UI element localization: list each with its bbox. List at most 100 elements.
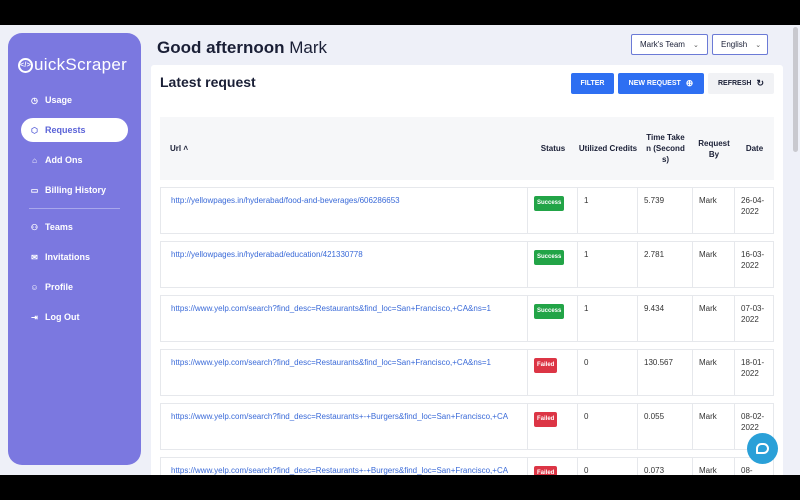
chat-bubble-icon	[756, 443, 769, 454]
sidebar-item-usage[interactable]: ◷ Usage	[21, 88, 128, 112]
status-cell: Failed	[528, 349, 578, 396]
logo-q-icon: </>	[18, 57, 33, 73]
credits-cell: 0	[578, 457, 638, 475]
date-cell: 16-03-2022	[735, 241, 774, 288]
table-body: http://yellowpages.in/hyderabad/food-and…	[160, 187, 774, 475]
url-link[interactable]: https://www.yelp.com/search?find_desc=Re…	[160, 403, 528, 450]
plus-circle-icon: ⊕	[685, 78, 694, 88]
date-cell: 07-03-2022	[735, 295, 774, 342]
sidebar-item-label: Add Ons	[45, 155, 83, 165]
home-icon: ⌂	[32, 155, 37, 165]
time-cell: 0.073	[638, 457, 693, 475]
column-header-time: Time Taken (Seconds)	[646, 133, 685, 164]
time-cell: 0.055	[638, 403, 693, 450]
language-select-value: English	[721, 40, 748, 49]
sidebar-item-label: Invitations	[45, 252, 91, 262]
time-cell: 9.434	[638, 295, 693, 342]
status-cell: Failed	[528, 403, 578, 450]
credits-cell: 0	[578, 403, 638, 450]
credits-cell: 1	[578, 295, 638, 342]
time-cell: 5.739	[638, 187, 693, 234]
column-header-url[interactable]: Url ˄	[160, 117, 528, 180]
url-link[interactable]: https://www.yelp.com/search?find_desc=Re…	[160, 457, 528, 475]
table-row: https://www.yelp.com/search?find_desc=Re…	[160, 349, 774, 396]
sidebar-item-label: Usage	[45, 95, 73, 105]
page-greeting: Good afternoon Mark	[157, 38, 327, 58]
chevron-down-icon: ⌄	[692, 41, 699, 49]
refresh-button-label: REFRESH	[718, 80, 752, 87]
date-cell: 18-01-2022	[735, 349, 774, 396]
sidebar-item-teams[interactable]: ⚇ Teams	[21, 215, 128, 239]
request-by-cell: Mark	[693, 295, 735, 342]
page-scrollbar[interactable]	[793, 27, 798, 152]
logo: </> uickScraper	[18, 55, 127, 75]
language-select[interactable]: English ⌄	[712, 34, 768, 55]
requests-table: Url ˄ Status Utilized Credits Time Taken…	[160, 117, 774, 475]
mail-icon: ✉	[31, 252, 38, 262]
refresh-button[interactable]: REFRESH ↻	[708, 73, 774, 94]
credit-card-icon: ▭	[30, 185, 39, 195]
credits-cell: 1	[578, 187, 638, 234]
url-link[interactable]: https://www.yelp.com/search?find_desc=Re…	[160, 349, 528, 396]
request-by-cell: Mark	[693, 403, 735, 450]
sidebar-item-add-ons[interactable]: ⌂ Add Ons	[21, 148, 128, 172]
date-cell: 26-04-2022	[735, 187, 774, 234]
status-badge: Success	[534, 196, 565, 211]
sidebar-item-profile[interactable]: ☺ Profile	[21, 275, 128, 299]
sidebar-item-label: Profile	[45, 282, 74, 292]
status-cell: Success	[528, 241, 578, 288]
sidebar-item-label: Teams	[45, 222, 73, 232]
status-cell: Failed	[528, 457, 578, 475]
status-badge: Failed	[534, 466, 558, 475]
chevron-down-icon: ⌄	[755, 41, 762, 49]
column-header-status: Status	[540, 144, 566, 153]
request-by-cell: Mark	[693, 241, 735, 288]
credits-cell: 0	[578, 349, 638, 396]
box-icon: ⬡	[31, 125, 38, 135]
sidebar-item-label: Requests	[45, 125, 86, 135]
url-link[interactable]: https://www.yelp.com/search?find_desc=Re…	[160, 295, 528, 342]
url-link[interactable]: http://yellowpages.in/hyderabad/food-and…	[160, 187, 528, 234]
sidebar-item-label: Log Out	[45, 312, 80, 322]
greeting-text: Good afternoon	[157, 38, 285, 57]
latest-request-card: Latest request FILTER NEW REQUEST ⊕ REFRE…	[151, 65, 783, 475]
team-select-value: Mark's Team	[640, 40, 685, 49]
filter-button-label: FILTER	[580, 80, 605, 87]
request-by-cell: Mark	[693, 349, 735, 396]
sidebar-divider	[29, 208, 120, 209]
column-header-date: Date	[745, 144, 764, 153]
logout-icon: ⇥	[31, 312, 38, 322]
time-cell: 130.567	[638, 349, 693, 396]
sidebar-item-log-out[interactable]: ⇥ Log Out	[21, 305, 128, 329]
column-header-credits: Utilized Credits	[578, 144, 638, 153]
status-badge: Success	[534, 304, 565, 319]
sidebar-nav: ◷ Usage ⬡ Requests ⌂ Add Ons ▭ Billing Histo…	[21, 88, 128, 335]
clock-icon: ◷	[31, 95, 38, 105]
filter-button[interactable]: FILTER	[571, 73, 614, 94]
table-row: http://yellowpages.in/hyderabad/educatio…	[160, 241, 774, 288]
status-badge: Failed	[534, 358, 558, 373]
status-badge: Failed	[534, 412, 558, 427]
chat-button[interactable]	[747, 433, 778, 464]
new-request-button-label: NEW REQUEST	[628, 80, 681, 87]
user-name: Mark	[289, 38, 327, 57]
status-cell: Success	[528, 187, 578, 234]
credits-cell: 1	[578, 241, 638, 288]
time-cell: 2.781	[638, 241, 693, 288]
table-header: Url ˄ Status Utilized Credits Time Taken…	[160, 117, 774, 180]
sidebar: </> uickScraper ◷ Usage ⬡ Requests ⌂ Add Ons…	[8, 33, 141, 465]
sidebar-item-requests[interactable]: ⬡ Requests	[21, 118, 128, 142]
table-row: http://yellowpages.in/hyderabad/food-and…	[160, 187, 774, 234]
logo-text: uickScraper	[34, 55, 128, 74]
smile-icon: ☺	[30, 282, 39, 292]
new-request-button[interactable]: NEW REQUEST ⊕	[618, 73, 704, 94]
table-row: https://www.yelp.com/search?find_desc=Re…	[160, 457, 774, 475]
refresh-icon: ↻	[756, 78, 764, 88]
team-select[interactable]: Mark's Team ⌄	[631, 34, 708, 55]
url-link[interactable]: http://yellowpages.in/hyderabad/educatio…	[160, 241, 528, 288]
column-header-request-by: Request By	[698, 138, 730, 159]
app-viewport: </> uickScraper ◷ Usage ⬡ Requests ⌂ Add Ons…	[0, 25, 800, 475]
table-row: https://www.yelp.com/search?find_desc=Re…	[160, 403, 774, 450]
sidebar-item-billing-history[interactable]: ▭ Billing History	[21, 178, 128, 202]
sidebar-item-invitations[interactable]: ✉ Invitations	[21, 245, 128, 269]
